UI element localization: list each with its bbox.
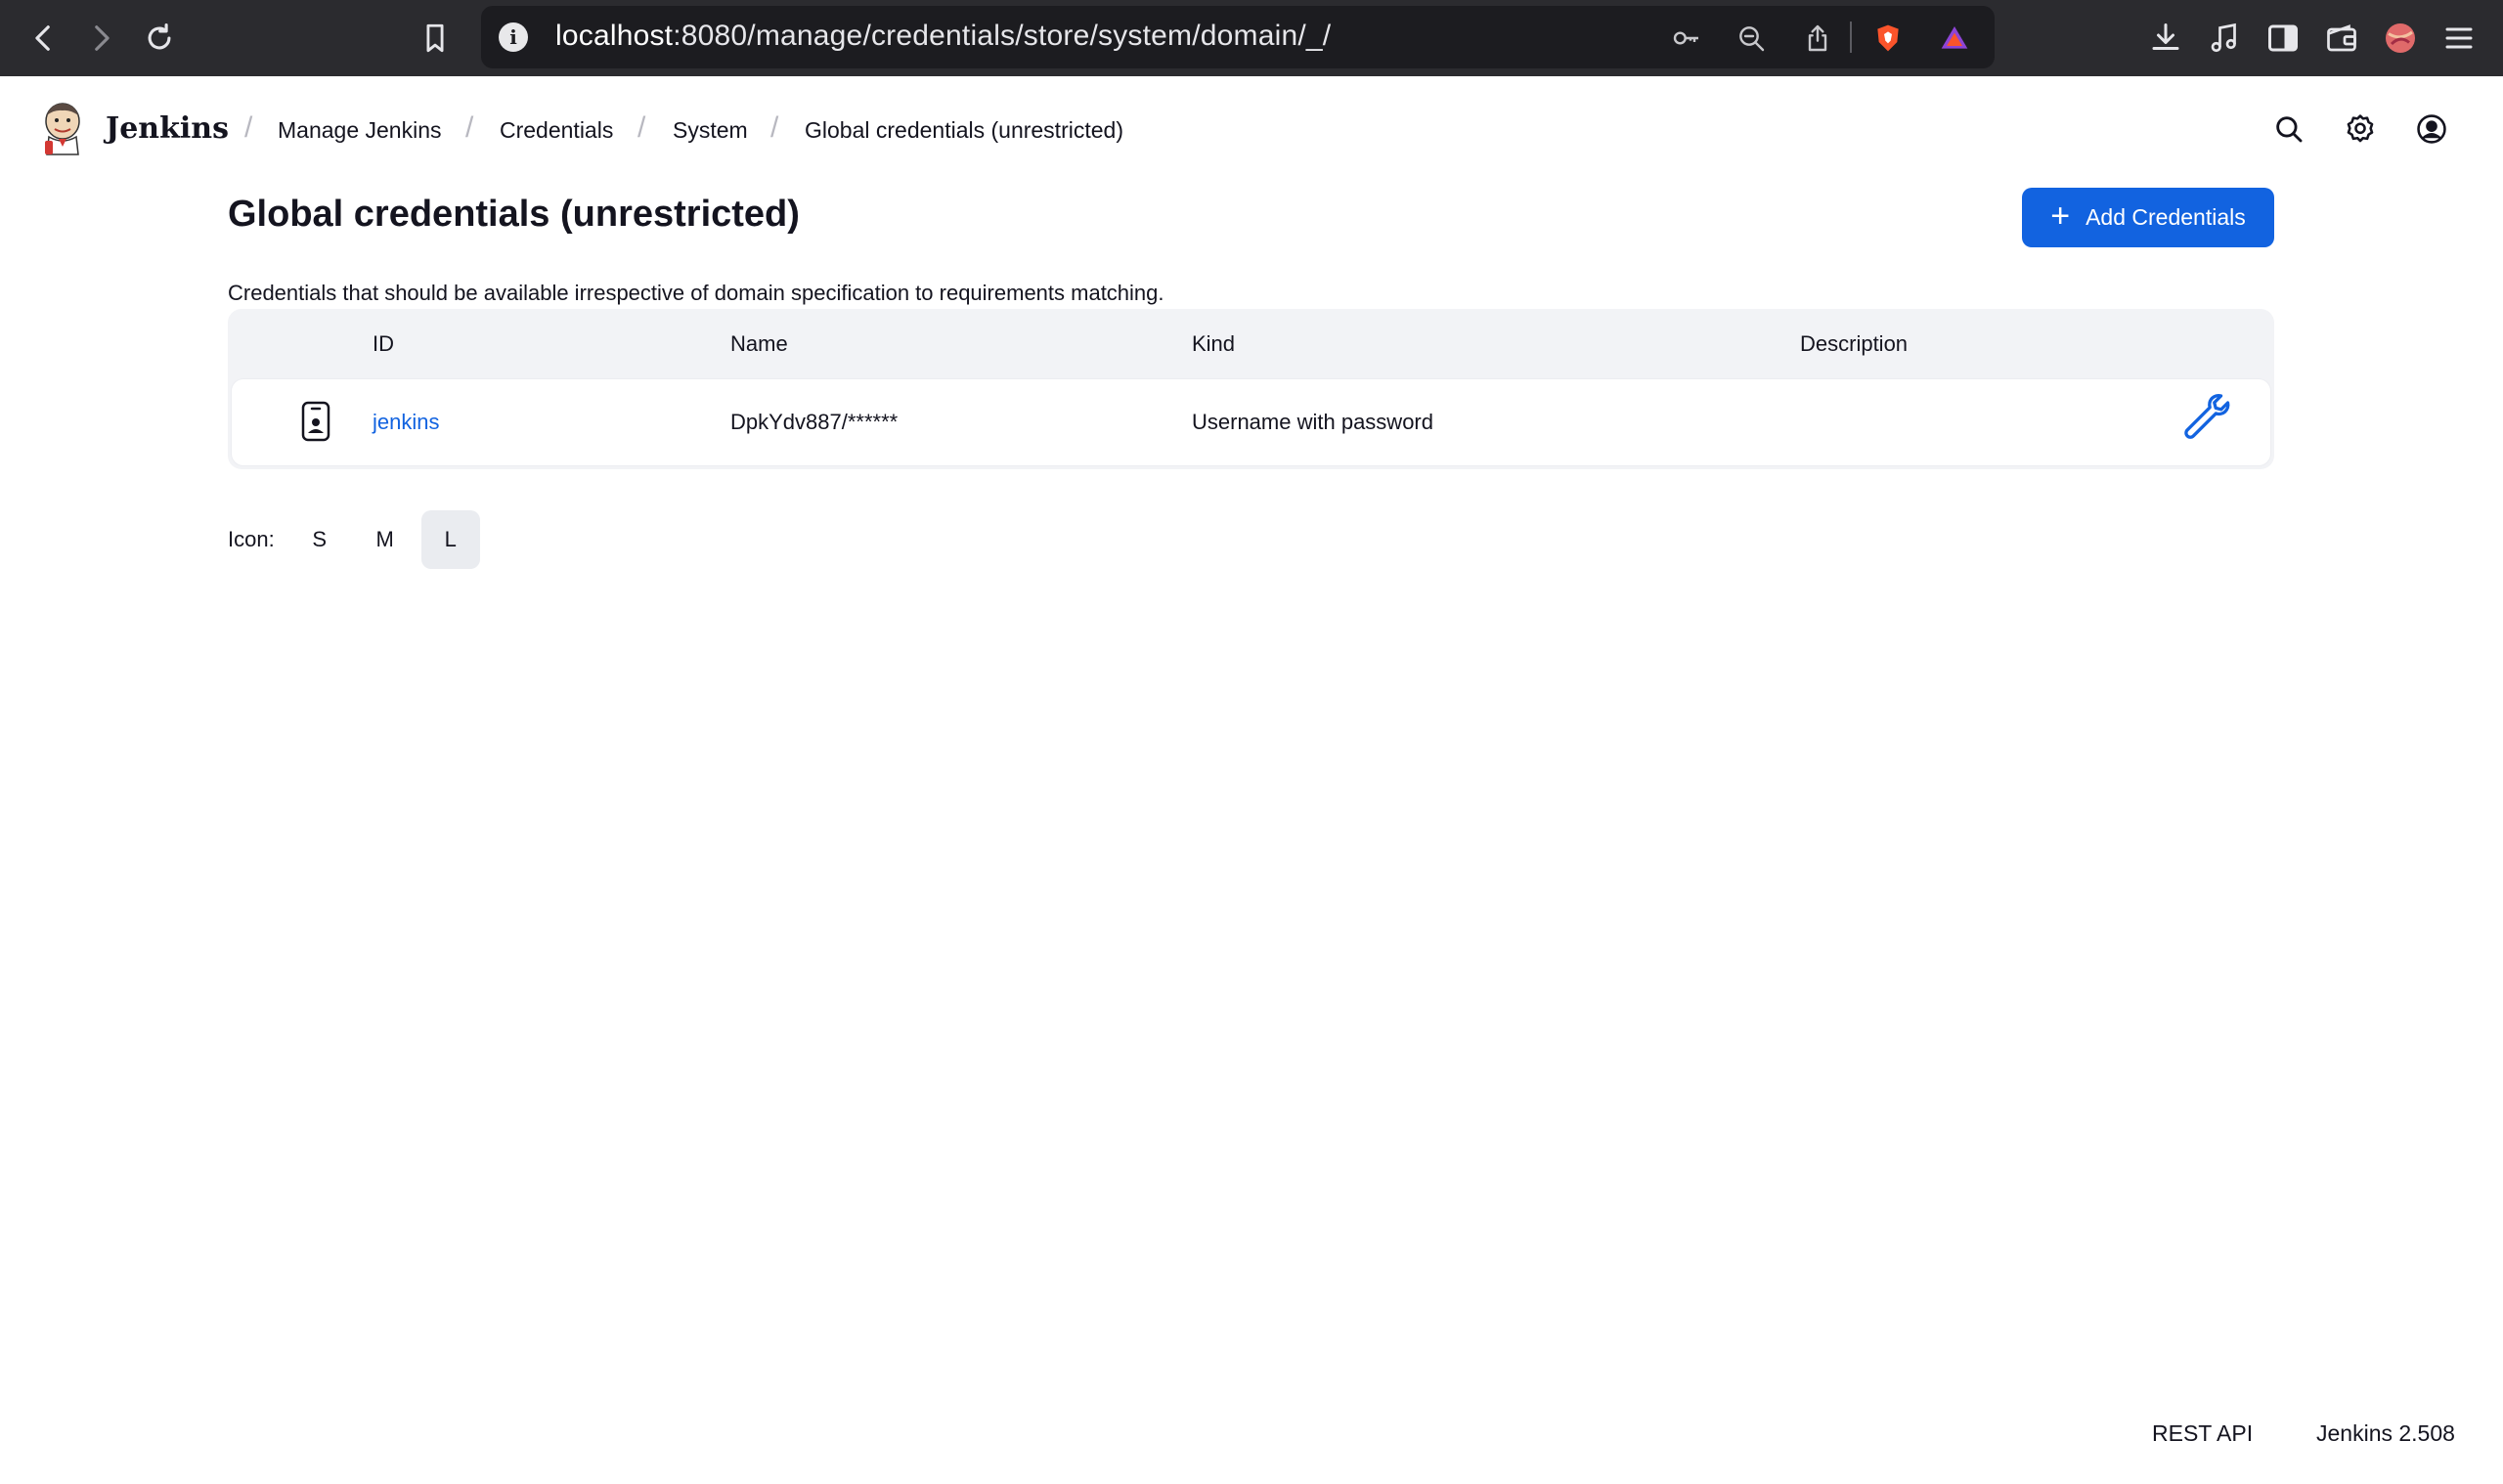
page-description: Credentials that should be available irr… bbox=[228, 281, 1164, 305]
column-header-id[interactable]: ID bbox=[373, 331, 394, 357]
address-bar[interactable]: i localhost:8080/manage/credentials/stor… bbox=[481, 6, 1995, 68]
column-header-kind[interactable]: Kind bbox=[1192, 331, 1235, 357]
rest-api-link[interactable]: REST API bbox=[2152, 1420, 2253, 1447]
icon-size-label: Icon: bbox=[228, 527, 275, 551]
breadcrumb-system[interactable]: System bbox=[673, 117, 748, 144]
credential-name: DpkYdv887/****** bbox=[730, 410, 899, 434]
page-title: Global credentials (unrestricted) bbox=[228, 194, 800, 235]
menu-icon[interactable] bbox=[2438, 18, 2480, 59]
breadcrumb-separator: / bbox=[465, 111, 474, 144]
column-header-name[interactable]: Name bbox=[730, 331, 788, 357]
add-credentials-label: Add Credentials bbox=[2086, 204, 2246, 230]
breadcrumb-separator: / bbox=[244, 111, 253, 144]
url-text[interactable]: localhost:8080/manage/credentials/store/… bbox=[555, 20, 1331, 53]
zoom-out-icon[interactable] bbox=[1733, 20, 1770, 57]
breadcrumb-credentials[interactable]: Credentials bbox=[500, 117, 613, 144]
jenkins-header: Jenkins / Manage Jenkins / Credentials /… bbox=[0, 76, 2503, 184]
credential-type-icon bbox=[301, 401, 330, 442]
icon-size-selector: Icon: S M L bbox=[228, 510, 487, 569]
reload-icon[interactable] bbox=[137, 16, 182, 61]
media-icon[interactable] bbox=[2204, 18, 2245, 59]
wallet-icon[interactable] bbox=[2321, 18, 2362, 59]
sidebar-icon[interactable] bbox=[2262, 18, 2304, 59]
forward-icon[interactable] bbox=[78, 16, 123, 61]
credential-kind: Username with password bbox=[1192, 410, 1433, 434]
wrench-icon[interactable] bbox=[2183, 392, 2234, 443]
add-credentials-button[interactable]: + Add Credentials bbox=[2022, 188, 2274, 247]
bookmark-icon[interactable] bbox=[413, 16, 458, 61]
credentials-table: ID Name Kind Description jenkins DpkYdv8… bbox=[228, 309, 2274, 469]
browser-toolbar: i localhost:8080/manage/credentials/stor… bbox=[0, 0, 2503, 76]
brave-rewards-icon[interactable] bbox=[1936, 20, 1973, 57]
brand-name[interactable]: Jenkins bbox=[106, 111, 229, 146]
jenkins-logo-icon[interactable] bbox=[39, 102, 86, 158]
column-header-description[interactable]: Description bbox=[1800, 331, 1908, 357]
user-account-icon[interactable] bbox=[2412, 109, 2451, 149]
plus-icon: + bbox=[2050, 196, 2071, 235]
breadcrumb-global-credentials[interactable]: Global credentials (unrestricted) bbox=[805, 117, 1123, 144]
icon-size-small[interactable]: S bbox=[290, 510, 349, 569]
share-icon[interactable] bbox=[1799, 20, 1836, 57]
gear-icon[interactable] bbox=[2341, 109, 2380, 149]
breadcrumb-separator: / bbox=[637, 111, 646, 144]
credential-id-link[interactable]: jenkins bbox=[373, 410, 439, 435]
search-icon[interactable] bbox=[2269, 109, 2308, 149]
key-icon[interactable] bbox=[1668, 20, 1705, 57]
brave-shields-icon[interactable] bbox=[1869, 20, 1907, 57]
url-separator bbox=[1850, 22, 1852, 53]
back-icon[interactable] bbox=[22, 16, 66, 61]
site-info-icon[interactable]: i bbox=[499, 22, 528, 52]
breadcrumb-separator: / bbox=[770, 111, 779, 144]
breadcrumb-manage-jenkins[interactable]: Manage Jenkins bbox=[278, 117, 442, 144]
downloads-icon[interactable] bbox=[2145, 18, 2186, 59]
jenkins-version-link[interactable]: Jenkins 2.508 bbox=[2316, 1420, 2455, 1447]
profile-avatar-icon[interactable] bbox=[2380, 18, 2421, 59]
table-row: jenkins DpkYdv887/****** Username with p… bbox=[232, 379, 2270, 465]
icon-size-large[interactable]: L bbox=[420, 510, 480, 569]
icon-size-medium[interactable]: M bbox=[356, 510, 415, 569]
